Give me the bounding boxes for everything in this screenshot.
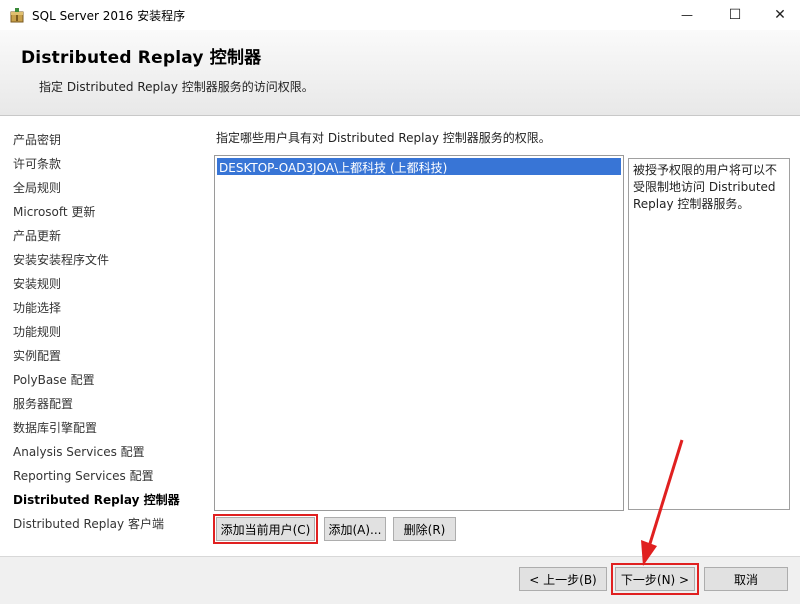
sql-server-setup-icon — [10, 8, 24, 23]
nav-step-item: PolyBase 配置 — [13, 373, 95, 387]
nav-step-item: 产品更新 — [13, 229, 62, 243]
nav-step-item: 实例配置 — [13, 349, 62, 363]
nav-step-item: Distributed Replay 控制器 — [13, 493, 180, 507]
footer-bar: < 上一步(B) 下一步(N) > 取消 — [0, 556, 800, 604]
nav-step-item: 安装规则 — [13, 277, 62, 291]
nav-step-item: Distributed Replay 客户端 — [13, 517, 164, 531]
nav-step-item: Reporting Services 配置 — [13, 469, 154, 483]
add-user-button[interactable]: 添加(A)... — [324, 517, 386, 541]
page-title: Distributed Replay 控制器 — [21, 48, 262, 68]
user-list[interactable]: DESKTOP-OAD3JOA\上都科技 (上都科技) — [214, 155, 624, 511]
nav-step-item: 服务器配置 — [13, 397, 74, 411]
maximize-button[interactable]: ☐ — [712, 0, 758, 30]
next-button[interactable]: 下一步(N) > — [615, 567, 695, 591]
nav-step-item: 安装安装程序文件 — [13, 253, 110, 267]
nav-step-item: 许可条款 — [13, 157, 62, 171]
nav-step-item: 数据库引擎配置 — [13, 421, 98, 435]
cancel-button[interactable]: 取消 — [704, 567, 788, 591]
back-button[interactable]: < 上一步(B) — [519, 567, 607, 591]
close-button[interactable]: ✕ — [757, 0, 800, 30]
delete-user-button[interactable]: 删除(R) — [393, 517, 456, 541]
page-subtitle: 指定 Distributed Replay 控制器服务的访问权限。 — [39, 80, 314, 94]
minimize-button[interactable]: — — [664, 0, 710, 30]
add-current-user-button[interactable]: 添加当前用户(C) — [216, 517, 315, 541]
instruction-text: 指定哪些用户具有对 Distributed Replay 控制器服务的权限。 — [216, 131, 551, 145]
minimize-icon: — — [681, 8, 693, 22]
nav-step-item: 功能规则 — [13, 325, 62, 339]
nav-step-item: Microsoft 更新 — [13, 205, 96, 219]
title-bar: SQL Server 2016 安装程序 — ☐ ✕ — [0, 0, 800, 30]
user-list-item[interactable]: DESKTOP-OAD3JOA\上都科技 (上都科技) — [217, 158, 621, 175]
step-navigation: 产品密钥许可条款全局规则 Microsoft 更新 产品更新安装安装程序文件 安装规则… — [0, 116, 200, 556]
close-icon: ✕ — [774, 7, 786, 23]
window-title: SQL Server 2016 安装程序 — [32, 9, 186, 23]
nav-step-item: 产品密钥 — [13, 133, 62, 147]
main-panel: 指定哪些用户具有对 Distributed Replay 控制器服务的权限。 D… — [200, 116, 800, 556]
page-header: Distributed Replay 控制器 指定 Distributed Re… — [0, 30, 800, 116]
maximize-icon: ☐ — [728, 7, 742, 23]
nav-step-item: Analysis Services 配置 — [13, 445, 145, 459]
info-description: 被授予权限的用户将可以不受限制地访问 Distributed Replay 控制… — [628, 158, 790, 510]
nav-step-item: 功能选择 — [13, 301, 62, 315]
nav-step-item: 全局规则 — [13, 181, 62, 195]
